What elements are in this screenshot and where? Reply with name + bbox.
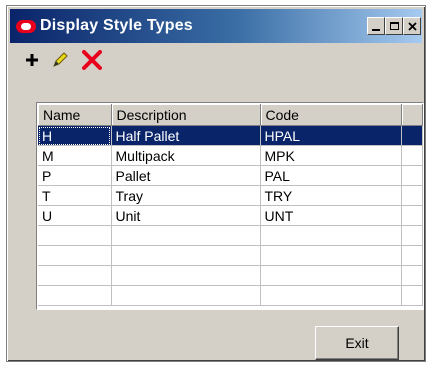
minimize-icon (372, 29, 380, 31)
cell-description: Unit (111, 205, 261, 226)
cell-code: TRY (260, 185, 402, 206)
cell-filler (401, 125, 423, 146)
app-logo-icon (16, 20, 36, 33)
empty-row (38, 285, 423, 306)
cell-description: Tray (111, 185, 261, 206)
display-style-types-dialog: Display Style Types Name Description Cod… (6, 5, 426, 362)
empty-row (38, 245, 423, 266)
cell-name: T (38, 185, 112, 206)
empty-row (38, 225, 423, 246)
close-button[interactable] (403, 17, 421, 35)
column-header-filler (401, 104, 423, 126)
grid-header-row: Name Description Code (38, 104, 423, 126)
edit-button[interactable] (49, 48, 71, 72)
cell-filler (401, 165, 423, 186)
title-bar[interactable]: Display Style Types (10, 9, 422, 43)
column-header-code[interactable]: Code (260, 104, 402, 126)
pencil-icon (53, 52, 68, 67)
cell-filler (401, 205, 423, 226)
grid-table: Name Description Code H Half Pallet HPAL… (38, 104, 423, 306)
maximize-icon (389, 22, 399, 30)
close-icon (407, 21, 417, 31)
add-button[interactable] (21, 48, 43, 72)
table-row[interactable]: M Multipack MPK (38, 145, 423, 166)
maximize-button[interactable] (385, 17, 403, 35)
table-row[interactable]: P Pallet PAL (38, 165, 423, 186)
table-row[interactable]: T Tray TRY (38, 185, 423, 206)
plus-icon (26, 54, 38, 66)
cell-code: PAL (260, 165, 402, 186)
column-header-description[interactable]: Description (111, 104, 261, 126)
cell-description: Multipack (111, 145, 261, 166)
cell-name: P (38, 165, 112, 186)
cell-description: Pallet (111, 165, 261, 186)
window-title: Display Style Types (40, 17, 193, 34)
delete-button[interactable] (81, 48, 103, 72)
exit-button[interactable]: Exit (315, 326, 399, 360)
cell-description: Half Pallet (111, 125, 261, 146)
cell-code: MPK (260, 145, 402, 166)
cell-filler (401, 185, 423, 206)
table-row[interactable]: U Unit UNT (38, 205, 423, 226)
empty-row (38, 265, 423, 286)
cell-code: UNT (260, 205, 402, 226)
table-row[interactable]: H Half Pallet HPAL (38, 125, 423, 146)
cell-name: M (38, 145, 112, 166)
cell-name: U (38, 205, 112, 226)
cell-code: HPAL (260, 125, 402, 146)
display-style-grid[interactable]: Name Description Code H Half Pallet HPAL… (36, 102, 424, 310)
column-header-name[interactable]: Name (38, 104, 112, 126)
minimize-button[interactable] (367, 17, 385, 35)
cell-filler (401, 145, 423, 166)
cell-name: H (38, 125, 112, 146)
delete-x-icon (82, 50, 102, 70)
